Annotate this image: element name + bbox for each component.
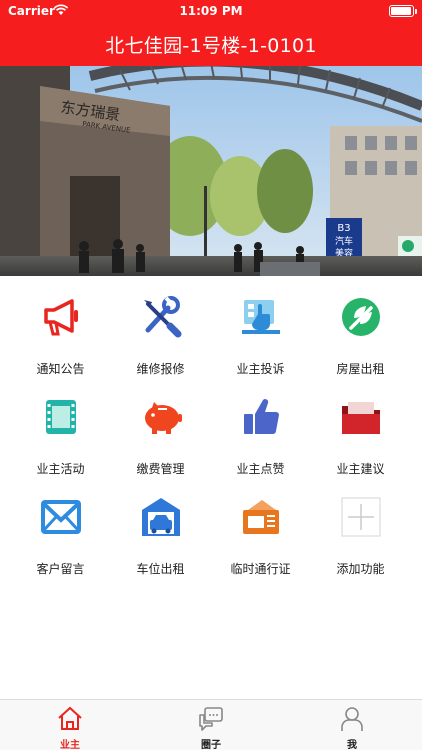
top-bar: Carrier 11:09 PM 北七佳园-1号楼-1-0101 — [0, 0, 422, 66]
page-title: 北七佳园-1号楼-1-0101 — [105, 35, 317, 57]
profile-icon — [341, 707, 363, 731]
home-icon — [58, 706, 82, 730]
feature-label: 临时通行证 — [230, 562, 291, 576]
feature-label: 业主建议 — [336, 462, 385, 476]
feature-parking[interactable]: 车位出租 — [108, 496, 213, 588]
feature-notice[interactable]: 通知公告 — [8, 296, 113, 388]
feature-label: 业主活动 — [36, 462, 85, 476]
billboard-text-2: 汽车 — [335, 235, 353, 247]
tab-label: 圈子 — [201, 740, 221, 750]
rent-icon — [342, 298, 380, 336]
feature-payment[interactable]: 缴费管理 — [108, 396, 213, 488]
banner-image[interactable]: 东方瑞景 PARK AVENUE B3 汽车 美容 — [0, 66, 422, 276]
ticket-icon — [243, 500, 279, 534]
piggy-bank-icon — [145, 402, 182, 434]
status-bar: Carrier 11:09 PM — [0, 0, 422, 22]
mail-icon — [41, 500, 81, 534]
feature-repair[interactable]: 维修报修 — [108, 296, 213, 388]
feature-label: 业主点赞 — [236, 462, 285, 476]
tab-bar: 业主 圈子 我 — [0, 699, 422, 750]
feature-label: 通知公告 — [36, 362, 85, 376]
feature-label: 房屋出租 — [336, 362, 385, 376]
feature-pass[interactable]: 临时通行证 — [208, 496, 313, 588]
battery-icon — [389, 5, 417, 17]
tab-label: 我 — [347, 740, 357, 750]
feature-complaint[interactable]: 业主投诉 — [208, 296, 313, 388]
status-time: 11:09 PM — [179, 4, 243, 18]
feature-add[interactable]: 添加功能 — [308, 496, 413, 588]
tab-me[interactable]: 我 — [282, 700, 422, 750]
feature-like[interactable]: 业主点赞 — [208, 396, 313, 488]
chat-icon — [199, 707, 223, 731]
feature-rent[interactable]: 房屋出租 — [308, 296, 413, 388]
billboard-text-1: B3 — [337, 223, 350, 234]
add-icon — [341, 497, 381, 537]
tools-icon — [144, 296, 182, 338]
feature-label: 缴费管理 — [136, 462, 185, 476]
feature-message[interactable]: 客户留言 — [8, 496, 113, 588]
tab-label: 业主 — [60, 740, 80, 750]
tab-owner[interactable]: 业主 — [0, 700, 140, 750]
film-icon — [46, 400, 76, 434]
feature-label: 维修报修 — [136, 362, 185, 376]
complaint-icon — [242, 300, 280, 334]
feature-label: 添加功能 — [336, 562, 385, 576]
megaphone-icon — [44, 299, 78, 336]
thumbs-up-icon — [244, 399, 279, 434]
tab-circle[interactable]: 圈子 — [141, 700, 281, 750]
feature-label: 客户留言 — [36, 562, 85, 576]
garage-icon — [142, 498, 180, 536]
banner-scene: 东方瑞景 PARK AVENUE B3 汽车 美容 — [0, 66, 422, 276]
feature-activity[interactable]: 业主活动 — [8, 396, 113, 488]
folder-icon — [342, 402, 380, 434]
feature-label: 业主投诉 — [236, 362, 285, 376]
feature-label: 车位出租 — [136, 562, 185, 576]
feature-suggestion[interactable]: 业主建议 — [308, 396, 413, 488]
